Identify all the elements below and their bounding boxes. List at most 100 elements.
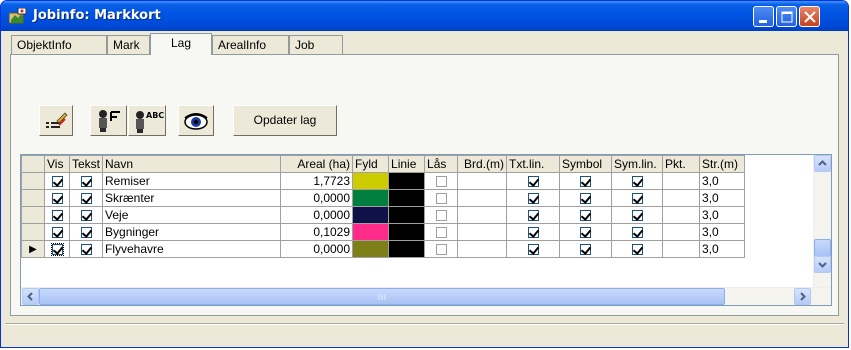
tekst-cell[interactable] (68, 206, 104, 224)
lock-cell[interactable] (424, 223, 459, 241)
tekst-cell[interactable] (68, 172, 104, 190)
layer-name[interactable]: Skrænter (102, 189, 282, 207)
symbol-line-cell[interactable] (611, 189, 664, 207)
col-header-brd[interactable]: Brd.(m) (457, 155, 508, 173)
area-value[interactable]: 0,0000 (280, 189, 354, 207)
vertical-scroll-thumb[interactable] (814, 239, 831, 257)
text-line-cell[interactable] (506, 223, 561, 241)
abc-label-button[interactable]: ABC (128, 105, 166, 136)
tekst-cell[interactable] (68, 189, 104, 207)
symbol-checkbox[interactable] (580, 210, 592, 222)
tekst-checkbox[interactable] (80, 210, 92, 222)
row-indicator[interactable] (21, 223, 45, 241)
scroll-down-button[interactable] (814, 256, 831, 273)
symbol-cell[interactable] (559, 172, 613, 190)
symbol-checkbox[interactable] (580, 227, 592, 239)
layer-name[interactable]: Bygninger (102, 223, 282, 241)
text-line-cell[interactable] (506, 206, 561, 224)
point-cell[interactable] (662, 189, 701, 207)
fill-color-swatch[interactable] (352, 189, 390, 207)
scroll-up-button[interactable] (814, 155, 831, 172)
layer-name[interactable]: Flyvehavre (102, 240, 282, 258)
table-row[interactable]: Bygninger 0,1029 3,0 (21, 223, 746, 241)
line-color-swatch[interactable] (388, 240, 426, 258)
col-header-areal[interactable]: Areal (ha) (280, 155, 354, 173)
area-value[interactable]: 0,0000 (280, 206, 354, 224)
symbol-cell[interactable] (559, 223, 613, 241)
symbol-line-checkbox[interactable] (631, 244, 643, 256)
lock-checkbox[interactable] (435, 193, 447, 205)
lock-cell[interactable] (424, 189, 459, 207)
scroll-left-button[interactable] (22, 288, 39, 305)
col-header-laas[interactable]: Lås (424, 155, 459, 173)
text-line-checkbox[interactable] (527, 210, 539, 222)
point-cell[interactable] (662, 206, 701, 224)
lock-checkbox[interactable] (435, 210, 447, 222)
col-header-str[interactable]: Str.(m) (699, 155, 746, 173)
row-indicator[interactable] (21, 189, 45, 207)
tekst-checkbox[interactable] (80, 193, 92, 205)
tab-objektinfo[interactable]: ObjektInfo (11, 35, 107, 54)
maximize-button[interactable] (776, 6, 797, 27)
lock-cell[interactable] (424, 172, 459, 190)
area-value[interactable]: 1,7723 (280, 172, 354, 190)
symbol-line-checkbox[interactable] (631, 193, 643, 205)
line-color-swatch[interactable] (388, 206, 426, 224)
scroll-right-button[interactable] (794, 288, 811, 305)
text-line-cell[interactable] (506, 240, 561, 258)
symbol-checkbox[interactable] (580, 176, 592, 188)
tab-job[interactable]: Job (289, 35, 343, 54)
text-line-cell[interactable] (506, 189, 561, 207)
col-header-fyld[interactable]: Fyld (352, 155, 390, 173)
point-cell[interactable] (662, 172, 701, 190)
tab-arealinfo[interactable]: ArealInfo (212, 35, 289, 54)
col-header-pkt[interactable]: Pkt. (662, 155, 701, 173)
area-value[interactable]: 0,0000 (280, 240, 354, 258)
vis-cell[interactable] (44, 206, 70, 224)
visibility-button[interactable] (178, 105, 214, 136)
tekst-checkbox[interactable] (80, 227, 92, 239)
col-header-txtlin[interactable]: Txt.lin. (506, 155, 561, 173)
table-row[interactable]: ▶ Flyvehavre 0,0000 3,0 (21, 240, 746, 258)
layer-name[interactable]: Veje (102, 206, 282, 224)
size-value[interactable]: 3,0 (699, 189, 746, 207)
col-header-linie[interactable]: Linie (388, 155, 426, 173)
size-value[interactable]: 3,0 (699, 223, 746, 241)
row-indicator[interactable] (21, 172, 45, 190)
lock-cell[interactable] (424, 206, 459, 224)
symbol-line-checkbox[interactable] (631, 176, 643, 188)
symbol-cell[interactable] (559, 206, 613, 224)
text-line-checkbox[interactable] (527, 227, 539, 239)
text-line-checkbox[interactable] (527, 193, 539, 205)
point-cell[interactable] (662, 223, 701, 241)
table-row[interactable]: Remiser 1,7723 3,0 (21, 172, 746, 190)
text-line-checkbox[interactable] (527, 176, 539, 188)
symbol-cell[interactable] (559, 189, 613, 207)
tekst-cell[interactable] (68, 240, 104, 258)
row-indicator[interactable]: ▶ (21, 240, 45, 258)
text-layer-button[interactable] (90, 105, 127, 136)
point-cell[interactable] (662, 240, 701, 258)
symbol-checkbox[interactable] (580, 244, 592, 256)
col-header-navn[interactable]: Navn (102, 155, 282, 173)
vis-cell[interactable] (44, 223, 70, 241)
tab-lag[interactable]: Lag (150, 33, 212, 55)
width-cell[interactable] (457, 206, 508, 224)
vis-checkbox[interactable] (50, 243, 64, 257)
vis-checkbox[interactable] (51, 176, 63, 188)
horizontal-scrollbar[interactable] (21, 287, 831, 305)
table-row[interactable]: Veje 0,0000 3,0 (21, 206, 746, 224)
width-cell[interactable] (457, 223, 508, 241)
lock-checkbox[interactable] (435, 244, 447, 256)
fill-color-swatch[interactable] (352, 172, 390, 190)
symbol-line-checkbox[interactable] (631, 210, 643, 222)
fill-color-swatch[interactable] (352, 240, 390, 258)
layer-name[interactable]: Remiser (102, 172, 282, 190)
tekst-cell[interactable] (68, 223, 104, 241)
symbol-cell[interactable] (559, 240, 613, 258)
vis-checkbox[interactable] (51, 210, 63, 222)
size-value[interactable]: 3,0 (699, 172, 746, 190)
edit-layers-button[interactable] (39, 105, 73, 136)
symbol-line-cell[interactable] (611, 223, 664, 241)
col-header-symbol[interactable]: Symbol (559, 155, 613, 173)
